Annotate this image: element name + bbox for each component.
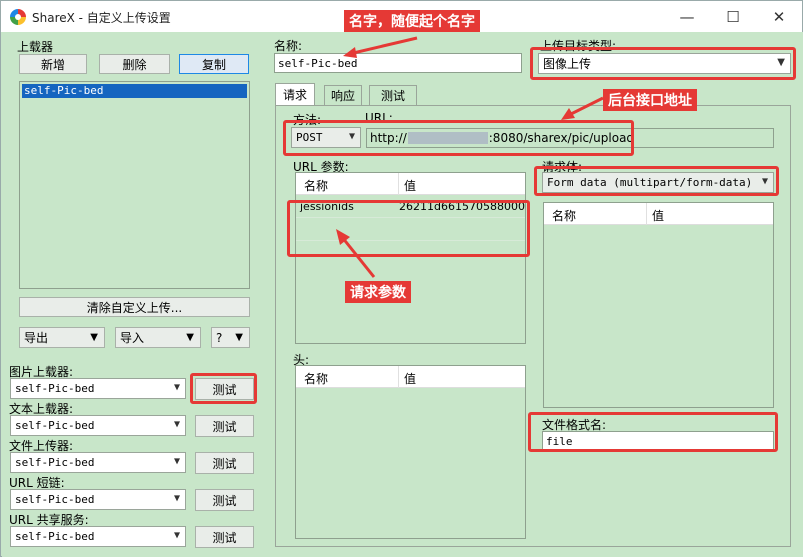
url-params-grid[interactable]: 名称 值 jessionids 26211d661570588000594 — [295, 172, 526, 344]
column-separator — [398, 366, 399, 388]
chevron-down-icon: ▼ — [235, 332, 243, 343]
arrow-icon — [336, 229, 376, 278]
clear-custom-uploaders-button[interactable]: 清除自定义上传... — [19, 297, 250, 317]
import-label: 导入 — [120, 331, 145, 345]
chevron-down-icon: ▼ — [90, 332, 98, 343]
highlight-box — [528, 412, 778, 452]
help-label: ? — [216, 330, 223, 345]
test-file-uploader-button[interactable]: 测试 — [195, 452, 254, 474]
tab-test[interactable]: 测试 — [369, 85, 417, 105]
highlight-box — [283, 120, 634, 156]
list-item[interactable]: self-Pic-bed — [22, 84, 247, 98]
sharex-window: ShareX - 自定义上传设置 — ☐ ✕ 上载器 新增 删除 复制 self… — [0, 0, 803, 557]
arrow-icon — [561, 96, 604, 120]
uploader-list[interactable]: self-Pic-bed — [19, 81, 250, 289]
grid-header: 名称 值 — [544, 203, 773, 225]
maximize-button[interactable]: ☐ — [710, 1, 756, 32]
body-grid[interactable]: 名称 值 — [543, 202, 774, 408]
text-uploader-select[interactable]: self-Pic-bed ▼ — [10, 415, 186, 436]
file-uploader-select[interactable]: self-Pic-bed ▼ — [10, 452, 186, 473]
column-header-name: 名称 — [304, 179, 329, 193]
text-uploader-value: self-Pic-bed — [15, 419, 95, 432]
tab-request[interactable]: 请求 — [275, 83, 315, 105]
headers-grid[interactable]: 名称 值 — [295, 365, 526, 539]
url-shortener-select[interactable]: self-Pic-bed ▼ — [10, 489, 186, 510]
backend-hint-annotation: 后台接口地址 — [603, 89, 697, 111]
delete-uploader-button[interactable]: 删除 — [99, 54, 170, 74]
file-uploader-value: self-Pic-bed — [15, 456, 95, 469]
tab-response[interactable]: 响应 — [324, 85, 362, 105]
chevron-down-icon: ▼ — [173, 456, 180, 467]
column-header-value: 值 — [404, 179, 417, 193]
highlight-box — [530, 47, 796, 80]
name-label: 名称: — [274, 39, 303, 53]
request-tab-panel: 方法: URL: POST ▼ http:// :8080/sharex/pic… — [275, 105, 791, 547]
url-shortener-value: self-Pic-bed — [15, 493, 95, 506]
minimize-button[interactable]: — — [664, 1, 710, 32]
image-uploader-select[interactable]: self-Pic-bed ▼ — [10, 378, 186, 399]
export-label: 导出 — [24, 331, 49, 345]
highlight-box — [287, 200, 530, 257]
chevron-down-icon: ▼ — [173, 493, 180, 504]
chevron-down-icon: ▼ — [186, 332, 194, 343]
test-text-uploader-button[interactable]: 测试 — [195, 415, 254, 437]
image-uploader-value: self-Pic-bed — [15, 382, 95, 395]
export-dropdown[interactable]: 导出 ▼ — [19, 327, 105, 348]
chevron-down-icon: ▼ — [173, 419, 180, 430]
arrow-icon — [343, 36, 418, 58]
grid-header: 名称 值 — [296, 366, 525, 388]
test-url-shortener-button[interactable]: 测试 — [195, 489, 254, 511]
copy-uploader-button[interactable]: 复制 — [179, 54, 249, 74]
column-header-value: 值 — [652, 209, 665, 223]
sharex-logo-icon — [10, 9, 26, 25]
highlight-box — [534, 166, 779, 196]
import-dropdown[interactable]: 导入 ▼ — [115, 327, 201, 348]
column-header-name: 名称 — [552, 209, 577, 223]
close-button[interactable]: ✕ — [756, 1, 802, 32]
name-hint-annotation: 名字，随便起个名字 — [344, 10, 480, 32]
window-title: ShareX - 自定义上传设置 — [32, 11, 171, 25]
column-header-name: 名称 — [304, 372, 329, 386]
column-header-value: 值 — [404, 372, 417, 386]
grid-header: 名称 值 — [296, 173, 525, 195]
column-separator — [646, 203, 647, 225]
column-separator — [398, 173, 399, 195]
params-hint-annotation: 请求参数 — [345, 281, 411, 303]
url-sharing-value: self-Pic-bed — [15, 530, 95, 543]
uploaders-label: 上载器 — [17, 40, 54, 54]
chevron-down-icon: ▼ — [173, 382, 180, 393]
highlight-box — [190, 373, 257, 404]
help-dropdown[interactable]: ? ▼ — [211, 327, 250, 348]
client-area: 上载器 新增 删除 复制 self-Pic-bed 清除自定义上传... 导出 … — [2, 10, 803, 557]
chevron-down-icon: ▼ — [173, 530, 180, 541]
add-uploader-button[interactable]: 新增 — [19, 54, 87, 74]
url-sharing-select[interactable]: self-Pic-bed ▼ — [10, 526, 186, 547]
test-url-sharing-button[interactable]: 测试 — [195, 526, 254, 548]
